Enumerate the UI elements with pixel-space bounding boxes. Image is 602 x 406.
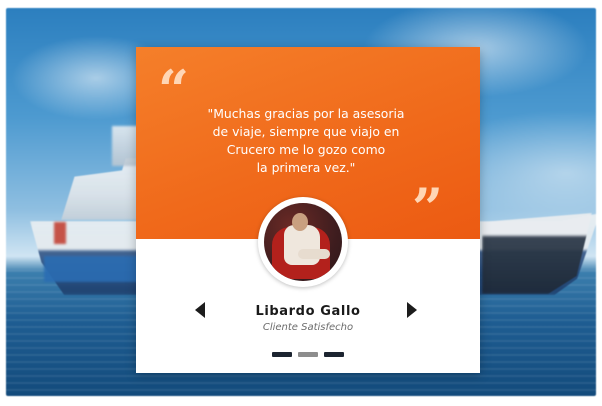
testimonial-card: “ "Muchas gracias por la asesoria de via…: [136, 47, 480, 373]
ship-red-marking: [54, 222, 66, 244]
avatar: [258, 197, 348, 287]
pagination-dot-2[interactable]: [298, 352, 318, 357]
pagination-dot-1[interactable]: [272, 352, 292, 357]
pagination-indicator: [272, 352, 346, 358]
testimonial-author-role: Cliente Satisfecho: [262, 322, 354, 333]
avatar-photo: [264, 203, 342, 281]
person-head: [292, 213, 308, 231]
arrow-right-icon[interactable]: [407, 302, 417, 318]
pagination-dot-3[interactable]: [324, 352, 344, 357]
testimonial-quote: "Muchas gracias por la asesoria de viaje…: [207, 106, 405, 175]
quote-close-icon: ”: [412, 176, 444, 240]
person-legs: [298, 249, 330, 259]
testimonial-author-name: Libardo Gallo: [255, 304, 361, 319]
arrow-left-icon[interactable]: [195, 302, 205, 318]
quote-open-icon: “: [158, 58, 190, 122]
person-figure: [284, 225, 320, 265]
